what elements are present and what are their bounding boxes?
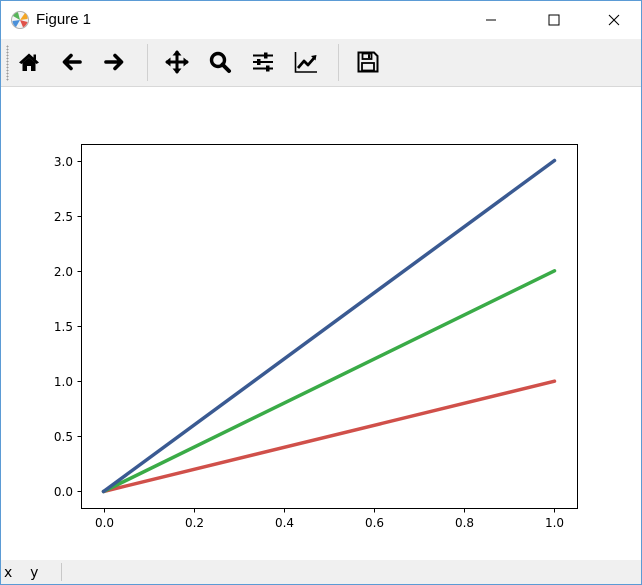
back-button[interactable] [58,48,86,76]
line-chart: 0.0 0.2 0.4 0.6 0.8 1.0 0.0 0.5 1.0 1.5 2.0 2.5 3.0 [54,144,578,530]
home-icon [19,53,39,71]
x-tick-label: 0.8 [455,516,474,530]
home-button[interactable] [15,48,43,76]
magnifier-icon [209,51,231,73]
close-icon [608,14,620,26]
y-tick-label: 1.5 [54,320,73,334]
status-bar: x y [1,560,641,584]
x-tick-label: 1.0 [545,516,564,530]
x-tick-label: 0.6 [365,516,384,530]
maximize-icon [548,14,560,26]
x-axis: 0.0 0.2 0.4 0.6 0.8 1.0 [95,508,564,530]
line-chart-icon [294,52,317,73]
y-tick-label: 1.0 [54,375,73,389]
floppy-disk-icon [357,51,379,73]
close-button[interactable] [591,1,637,39]
pan-button[interactable] [163,48,191,76]
zoom-button[interactable] [206,48,234,76]
y-tick-label: 2.5 [54,210,73,224]
subplots-button[interactable] [249,48,277,76]
toolbar-separator [338,44,339,81]
figure-window: Figure 1 0.0 0.2 0.4 0.6 0.8 1.0 0.0 0.5… [0,0,642,585]
y-tick-label: 2.0 [54,265,73,279]
series-line-3 [101,158,557,494]
sliders-icon [253,52,273,72]
toolbar-grip[interactable] [6,45,9,81]
customize-button[interactable] [292,48,320,76]
y-tick-label: 3.0 [54,155,73,169]
maximize-button[interactable] [531,1,577,39]
y-tick-label: 0.0 [54,485,73,499]
window-title: Figure 1 [36,11,92,28]
arrow-left-icon [62,53,82,71]
toolbar-separator [147,44,148,81]
plot-lines [101,158,557,494]
move-icon [165,50,189,74]
minimize-button[interactable] [468,1,514,39]
series-line-1 [101,379,557,494]
x-tick-label: 0.4 [275,516,294,530]
navigation-toolbar [1,39,641,87]
arrow-right-icon [104,53,124,71]
figure-canvas[interactable]: 0.0 0.2 0.4 0.6 0.8 1.0 0.0 0.5 1.0 1.5 2.0 2.5 3.0 [1,87,641,560]
y-axis: 0.0 0.5 1.0 1.5 2.0 2.5 3.0 [54,155,82,499]
x-tick-label: 0.2 [185,516,204,530]
forward-button[interactable] [100,48,128,76]
title-bar: Figure 1 [1,1,641,39]
matplotlib-logo-icon [11,11,29,29]
status-separator [61,563,62,581]
series-line-2 [101,269,557,494]
x-tick-label: 0.0 [95,516,114,530]
save-button[interactable] [354,48,382,76]
coordinate-readout: x y [4,565,39,581]
minimize-icon [486,19,496,21]
y-tick-label: 0.5 [54,430,73,444]
